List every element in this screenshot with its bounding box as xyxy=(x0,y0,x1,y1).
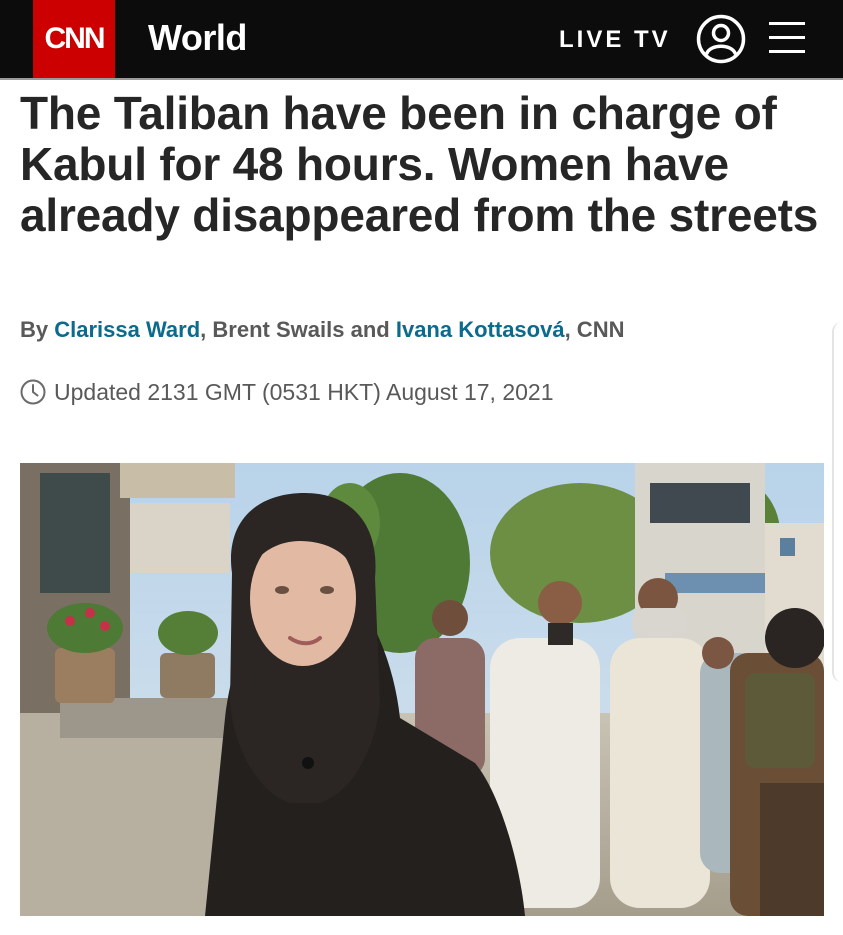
live-tv-link[interactable]: LIVE TV xyxy=(559,26,671,54)
author-name-brent-swails: Brent Swails xyxy=(212,317,345,342)
article-headline: The Taliban have been in charge of Kabul… xyxy=(20,87,819,241)
lead-image[interactable] xyxy=(20,463,824,916)
byline-suffix: , CNN xyxy=(564,317,625,342)
logo-text: CNN xyxy=(44,22,106,55)
header-divider xyxy=(0,78,843,80)
byline-prefix: By xyxy=(20,317,49,342)
clock-icon xyxy=(20,379,46,405)
user-circle-icon xyxy=(696,14,746,64)
menu-button[interactable] xyxy=(768,19,806,57)
author-link-ivana-kottasova[interactable]: Ivana Kottasová xyxy=(396,317,565,342)
timestamp-text: Updated 2131 GMT (0531 HKT) August 17, 2… xyxy=(54,379,554,405)
article-byline: By Clarissa Ward, Brent Swails and Ivana… xyxy=(20,316,624,344)
hamburger-menu-icon xyxy=(769,22,805,53)
author-link-clarissa-ward[interactable]: Clarissa Ward xyxy=(54,317,200,342)
lead-photo xyxy=(20,463,824,916)
top-nav-bar: CNN World LIVE TV xyxy=(0,0,843,78)
byline-and: and xyxy=(350,317,390,342)
cnn-logo[interactable]: CNN xyxy=(33,0,115,78)
user-profile-button[interactable] xyxy=(696,14,746,64)
article-timestamp: Updated 2131 GMT (0531 HKT) August 17, 2… xyxy=(20,378,554,406)
section-title[interactable]: World xyxy=(148,16,247,60)
scroll-edge xyxy=(832,322,843,682)
byline-separator: , xyxy=(200,317,207,342)
